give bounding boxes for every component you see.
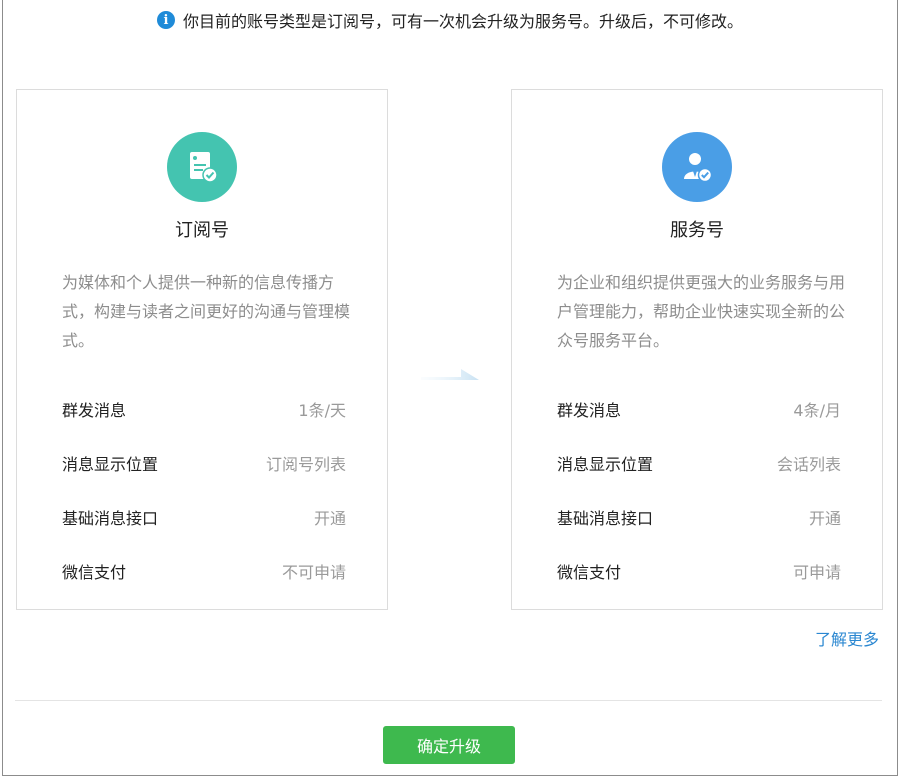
service-account-card: 服务号 为企业和组织提供更强大的业务服务与用户管理能力，帮助企业快速实现全新的公… [511,89,883,610]
document-check-icon [167,132,237,202]
feature-value: 订阅号列表 [265,455,346,474]
card-description: 为企业和组织提供更强大的业务服务与用户管理能力，帮助企业快速实现全新的公众号服务… [557,273,846,350]
feature-label: 基础消息接口 [62,509,159,528]
upgrade-dialog: i 你目前的账号类型是订阅号，可有一次机会升级为服务号。升级后，不可修改。 订阅… [2,0,898,776]
feature-row-wechat-pay: 微信支付 可申请 [557,544,841,598]
notice-text: 你目前的账号类型是订阅号，可有一次机会升级为服务号。升级后，不可修改。 [182,12,743,31]
user-check-icon [662,132,732,202]
feature-value: 开通 [313,509,346,528]
feature-value: 不可申请 [281,563,346,582]
card-title: 服务号 [670,220,724,241]
feature-label: 群发消息 [557,401,622,420]
feature-row-wechat-pay: 微信支付 不可申请 [62,544,346,598]
subscription-account-card: 订阅号 为媒体和个人提供一种新的信息传播方式，构建与读者之间更好的沟通与管理模式… [16,89,388,610]
feature-value: 1条/天 [298,401,346,420]
footer-divider [15,700,882,701]
feature-list: 群发消息 1条/天 消息显示位置 订阅号列表 基础消息接口 开通 微信支付 不可… [62,382,346,598]
notice-bar: i 你目前的账号类型是订阅号，可有一次机会升级为服务号。升级后，不可修改。 [3,8,897,32]
feature-label: 群发消息 [62,401,127,420]
feature-label: 消息显示位置 [557,455,654,474]
feature-value: 开通 [808,509,841,528]
feature-value: 会话列表 [776,455,841,474]
info-icon: i [156,11,175,29]
feature-value: 4条/月 [793,401,841,420]
feature-row-basic-api: 基础消息接口 开通 [557,490,841,544]
arrow-right-icon [421,369,479,380]
feature-row-basic-api: 基础消息接口 开通 [62,490,346,544]
feature-list: 群发消息 4条/月 消息显示位置 会话列表 基础消息接口 开通 微信支付 可申请 [557,382,841,598]
feature-label: 微信支付 [62,563,127,582]
confirm-upgrade-button[interactable]: 确定升级 [383,726,515,764]
learn-more-link[interactable]: 了解更多 [815,626,879,650]
feature-row-display-location: 消息显示位置 会话列表 [557,436,841,490]
card-description: 为媒体和个人提供一种新的信息传播方式，构建与读者之间更好的沟通与管理模式。 [62,273,351,350]
feature-label: 基础消息接口 [557,509,654,528]
card-title: 订阅号 [175,220,229,241]
feature-label: 消息显示位置 [62,455,159,474]
feature-value: 可申请 [792,563,841,582]
feature-row-mass-message: 群发消息 1条/天 [62,382,346,436]
feature-label: 微信支付 [557,563,622,582]
feature-row-mass-message: 群发消息 4条/月 [557,382,841,436]
feature-row-display-location: 消息显示位置 订阅号列表 [62,436,346,490]
